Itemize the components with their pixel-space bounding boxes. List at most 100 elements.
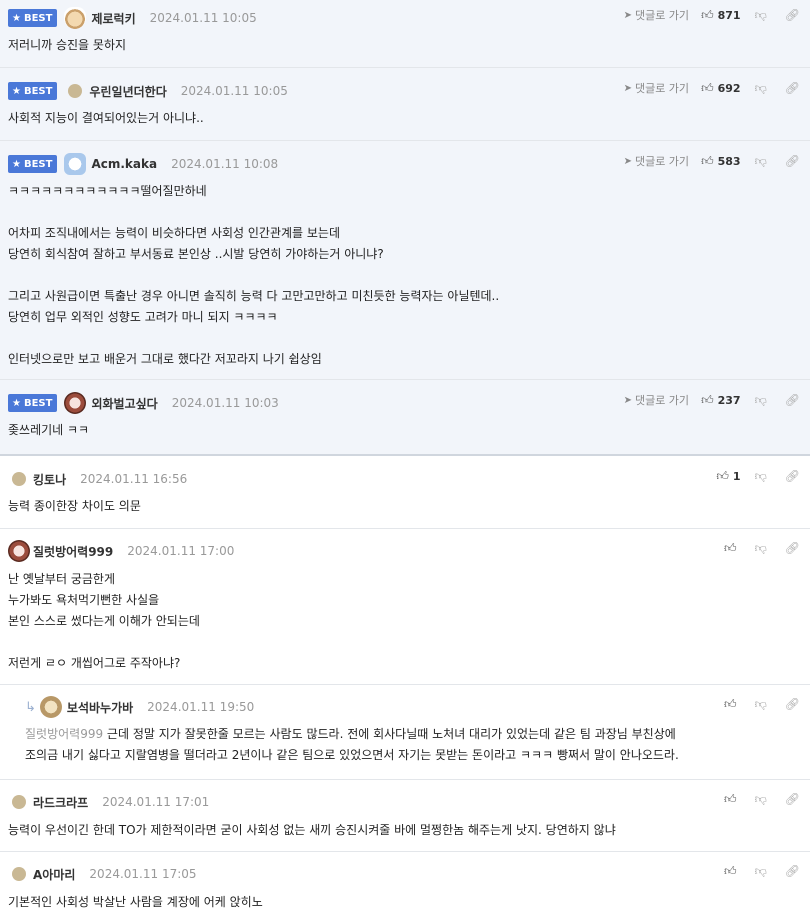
comment: ★ BEST 제로럭키 2024.01.11 10:05 ➤ 댓글로 가기 👍︎ 87… [0, 0, 810, 68]
comment-header: ★ BEST Acm.kaka 2024.01.11 10:08 [8, 153, 278, 175]
like-count: 692 [717, 81, 741, 95]
like-button[interactable]: 👍︎ 583 [701, 154, 741, 169]
comment-actions: 👍︎ 👎︎ 🔗︎ [724, 790, 800, 808]
best-badge: ★ BEST [8, 155, 58, 173]
comment-header: 질럿방어력999 2024.01.11 17:00 [8, 540, 234, 562]
like-count: 1 [732, 469, 741, 483]
like-button[interactable]: 👍︎ [724, 541, 741, 556]
link-icon[interactable]: 🔗︎ [785, 8, 800, 22]
dislike-button[interactable]: 👎︎ [755, 792, 767, 807]
best-badge: ★ BEST [8, 394, 58, 412]
nickname[interactable]: 보석바누가바 [67, 699, 133, 716]
dislike-button[interactable]: 👎︎ [755, 154, 767, 169]
like-button[interactable]: 👍︎ 871 [701, 8, 741, 23]
avatar[interactable] [12, 867, 26, 881]
timestamp: 2024.01.11 17:01 [102, 795, 210, 809]
star-icon: ★ [12, 12, 21, 24]
comment: ★ BEST 우린일년더한다 2024.01.11 10:05 ➤ 댓글로 가기 👍… [0, 68, 810, 141]
timestamp: 2024.01.11 10:03 [171, 396, 279, 410]
thumbs-up-icon: 👍︎ [724, 540, 737, 555]
nickname[interactable]: 킹토나 [33, 471, 66, 488]
nickname[interactable]: 질럿방어력999 [33, 543, 113, 560]
like-count: 583 [717, 154, 741, 168]
comment-body: 저러니까 승진을 못하지 [8, 38, 127, 52]
nickname[interactable]: A아마리 [33, 866, 75, 883]
avatar[interactable] [68, 84, 83, 98]
like-button[interactable]: 👍︎ [724, 697, 741, 712]
comment-header: 킹토나 2024.01.11 16:56 [8, 468, 187, 490]
thumbs-up-icon: 👍︎ [724, 696, 737, 711]
thumbs-up-icon: 👍︎ [701, 392, 714, 407]
thumbs-up-icon: 👍︎ [701, 153, 714, 168]
avatar[interactable] [39, 696, 62, 718]
dislike-button[interactable]: 👎︎ [755, 864, 767, 879]
goto-reply-link[interactable]: ➤ 댓글로 가기 [624, 80, 690, 96]
avatar[interactable] [64, 392, 87, 414]
comment-body: 능력 종이한장 차이도 의문 [8, 499, 141, 513]
comment-header: ↳ 보석바누가바 2024.01.11 19:50 [25, 696, 254, 718]
thumbs-up-icon: 👍︎ [701, 80, 714, 95]
like-button[interactable]: 👍︎ [724, 792, 741, 807]
star-icon: ★ [12, 397, 21, 409]
timestamp: 2024.01.11 10:05 [180, 84, 288, 98]
goto-reply-link[interactable]: ➤ 댓글로 가기 [624, 7, 690, 23]
like-count: 871 [717, 8, 741, 22]
comment-body: 능력이 우선이긴 한데 TO가 제한적이라면 굳이 사회성 없는 새끼 승진시켜… [8, 823, 616, 837]
comment-body: 좆쓰레기네 ㅋㅋ [8, 423, 90, 437]
like-button[interactable]: 👍︎ [724, 864, 741, 879]
link-icon[interactable]: 🔗︎ [785, 792, 800, 806]
dislike-button[interactable]: 👎︎ [755, 393, 767, 408]
timestamp: 2024.01.11 17:05 [89, 867, 197, 881]
nickname[interactable]: 우린일년더한다 [89, 83, 166, 100]
comment-actions: 👍︎ 👎︎ 🔗︎ [724, 539, 800, 557]
dislike-button[interactable]: 👎︎ [755, 469, 767, 484]
like-button[interactable]: 👍︎ 692 [701, 81, 741, 96]
comment-actions: ➤ 댓글로 가기 👍︎ 692 👎︎ 🔗︎ [624, 79, 800, 97]
avatar[interactable] [8, 540, 30, 562]
link-icon[interactable]: 🔗︎ [785, 154, 800, 168]
avatar[interactable] [64, 7, 87, 29]
link-icon[interactable]: 🔗︎ [785, 541, 800, 555]
comment-actions: 👍︎ 1 👎︎ 🔗︎ [716, 467, 800, 485]
dislike-button[interactable]: 👎︎ [755, 81, 767, 96]
link-icon[interactable]: 🔗︎ [785, 393, 800, 407]
avatar[interactable] [12, 472, 26, 486]
best-badge: ★ BEST [8, 9, 58, 27]
comment-actions: ➤ 댓글로 가기 👍︎ 237 👎︎ 🔗︎ [624, 391, 800, 409]
link-icon[interactable]: 🔗︎ [785, 469, 800, 483]
link-icon[interactable]: 🔗︎ [785, 864, 800, 878]
reply-arrow-icon: ↳ [25, 699, 36, 715]
dislike-button[interactable]: 👎︎ [755, 697, 767, 712]
goto-reply-link[interactable]: ➤ 댓글로 가기 [624, 392, 690, 408]
send-arrow-icon: ➤ [623, 394, 632, 406]
timestamp: 2024.01.11 17:00 [127, 544, 235, 558]
comment-actions: 👍︎ 👎︎ 🔗︎ [724, 862, 800, 880]
avatar[interactable] [64, 153, 87, 175]
like-button[interactable]: 👍︎ 237 [701, 393, 741, 408]
avatar[interactable] [12, 795, 26, 809]
like-button[interactable]: 👍︎ 1 [716, 469, 740, 484]
comment: ★ BEST Acm.kaka 2024.01.11 10:08 ➤ 댓글로 가기 … [0, 141, 810, 380]
reply-comment: ↳ 보석바누가바 2024.01.11 19:50 👍︎ 👎︎ 🔗︎ 질럿방어력… [0, 685, 810, 780]
dislike-button[interactable]: 👎︎ [755, 8, 767, 23]
nickname[interactable]: 라드크라프 [33, 794, 88, 811]
comment-body: 질럿방어력999 근데 정말 지가 잘못한줄 모르는 사람도 많드라. 전에 회… [25, 724, 679, 766]
comment: 질럿방어력999 2024.01.11 17:00 👍︎ 👎︎ 🔗︎ 난 옛날부… [0, 529, 810, 685]
nickname[interactable]: Acm.kaka [91, 157, 157, 171]
comment-body: 사회적 지능이 결여되어있는거 아니냐.. [8, 111, 204, 125]
comment-body: 난 옛날부터 궁금한게 누가봐도 욕처먹기뻔한 사실을 본인 스스로 썼다는게 … [8, 572, 200, 670]
nickname[interactable]: 외화벌고싶다 [91, 395, 157, 412]
dislike-button[interactable]: 👎︎ [755, 541, 767, 556]
comment-header: 라드크라프 2024.01.11 17:01 [8, 791, 209, 813]
nickname[interactable]: 제로럭키 [91, 10, 135, 27]
goto-reply-link[interactable]: ➤ 댓글로 가기 [624, 153, 690, 169]
thumbs-up-icon: 👍︎ [716, 468, 729, 483]
comment-actions: ➤ 댓글로 가기 👍︎ 871 👎︎ 🔗︎ [624, 6, 800, 24]
like-count: 237 [717, 393, 741, 407]
mention-tag[interactable]: 질럿방어력999 [25, 727, 103, 741]
star-icon: ★ [12, 85, 21, 97]
link-icon[interactable]: 🔗︎ [785, 81, 800, 95]
timestamp: 2024.01.11 16:56 [80, 472, 188, 486]
link-icon[interactable]: 🔗︎ [785, 697, 800, 711]
timestamp: 2024.01.11 10:05 [149, 11, 257, 25]
